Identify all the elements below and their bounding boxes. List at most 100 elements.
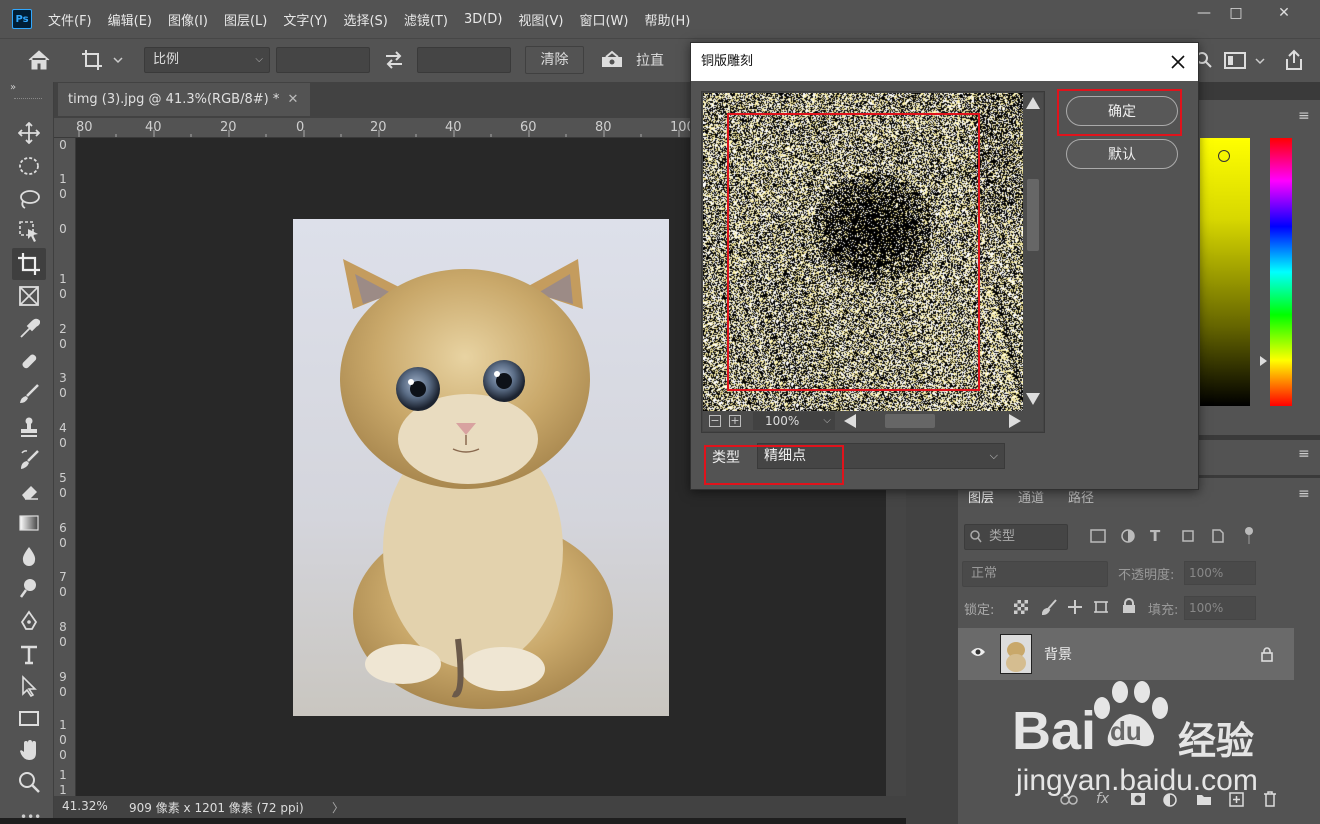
crop-tool-preset-icon[interactable] [80,48,124,72]
zoom-out-icon[interactable]: − [709,415,721,427]
height-input[interactable] [417,47,511,73]
menu-view[interactable]: 视图(V) [518,10,563,29]
swap-icon[interactable] [384,50,404,70]
brush-tool-icon[interactable] [15,380,43,408]
preview-zoom-select[interactable]: 100% ⌵ [753,412,835,430]
layer-name[interactable]: 背景 [1044,644,1072,664]
crop-tool-icon[interactable] [12,248,46,280]
opacity-input[interactable]: 100% [1184,561,1256,585]
eraser-tool-icon[interactable] [15,478,43,506]
pen-tool-icon[interactable] [15,607,43,635]
frame-tool-icon[interactable] [15,282,43,310]
preview-vertical-scrollbar[interactable] [1023,93,1043,411]
collapse-chevrons-icon[interactable]: » [10,82,16,93]
type-tool-icon[interactable] [15,640,43,668]
color-cursor[interactable] [1218,150,1230,162]
preview-zoom-value: 100% [765,414,800,428]
smart-object-filter-icon[interactable] [1210,528,1226,544]
panel-menu-icon[interactable]: ≡ [1298,446,1310,462]
close-icon[interactable]: ✕ [284,90,302,108]
ruler-tick: 1 0 [59,172,67,201]
preview-highlight-box [727,113,980,391]
filter-kind-label: 类型 [989,529,1016,544]
menu-file[interactable]: 文件(F) [48,10,92,29]
gradient-tool-icon[interactable] [15,509,43,537]
preview-vertical-thumb[interactable] [1027,179,1039,251]
workspace-icon[interactable] [1224,51,1268,71]
object-select-tool-icon[interactable] [15,217,43,245]
clone-stamp-tool-icon[interactable] [15,413,43,441]
shape-filter-icon[interactable] [1180,528,1196,544]
zoom-level[interactable]: 41.32% [62,799,108,813]
lock-artboard-icon[interactable] [1093,599,1109,615]
marquee-tool-icon[interactable] [15,152,43,180]
layer-row[interactable]: 背景 [958,628,1294,680]
lock-position-icon[interactable] [1067,599,1083,615]
toolbar-grip[interactable] [14,98,42,102]
saturation-field[interactable] [1200,138,1250,406]
panel-menu-icon[interactable]: ≡ [1298,108,1310,124]
scroll-right-arrow-icon[interactable] [1009,414,1021,428]
dodge-tool-icon[interactable] [15,574,43,602]
eyedropper-tool-icon[interactable] [15,315,43,343]
width-input[interactable] [276,47,370,73]
maximize-button[interactable]: □ [1216,2,1256,24]
fill-input[interactable]: 100% [1184,596,1256,620]
preview-horizontal-thumb[interactable] [885,414,935,428]
rectangle-tool-icon[interactable] [15,704,43,732]
zoom-tool-icon[interactable] [15,768,43,796]
ratio-select[interactable]: 比例 ⌵ [144,47,270,73]
path-selection-tool-icon[interactable] [15,672,43,700]
default-button[interactable]: 默认 [1066,139,1178,169]
chevron-down-icon: ⌵ [823,415,831,426]
type-filter-icon[interactable]: T [1150,527,1160,545]
menu-filter[interactable]: 滤镜(T) [404,10,448,29]
close-icon[interactable] [1165,49,1191,75]
filter-toggle-icon[interactable] [1244,526,1254,546]
watermark-url: jingyan.baidu.com [1016,764,1258,797]
share-icon[interactable] [1283,49,1305,71]
lock-pixels-icon[interactable] [1042,599,1058,615]
healing-brush-tool-icon[interactable] [15,347,43,375]
ruler-tick: 4 0 [59,421,67,450]
menu-edit[interactable]: 编辑(E) [108,10,152,29]
home-icon[interactable] [26,48,52,72]
status-menu-arrow[interactable]: 〉 [332,799,344,816]
straighten-icon[interactable] [600,49,624,71]
hue-slider-handle[interactable] [1260,356,1267,366]
blur-tool-icon[interactable] [15,542,43,570]
vertical-ruler: 0 1 0 0 1 0 2 0 3 0 4 0 5 0 6 0 7 0 8 0 … [54,138,76,796]
menu-3d[interactable]: 3D(D) [464,12,502,27]
lock-all-icon[interactable] [1122,598,1136,614]
pixel-layer-filter-icon[interactable] [1090,528,1106,544]
lock-transparent-icon[interactable] [1014,600,1028,614]
lasso-tool-icon[interactable] [15,185,43,213]
straighten-label[interactable]: 拉直 [636,50,664,70]
scroll-down-arrow-icon[interactable] [1026,393,1040,405]
scroll-left-arrow-icon[interactable] [844,414,856,428]
menu-layer[interactable]: 图层(L) [224,10,267,29]
blend-mode-select[interactable]: 正常 [962,561,1108,587]
hand-tool-icon[interactable] [15,736,43,764]
menu-select[interactable]: 选择(S) [343,10,387,29]
history-brush-tool-icon[interactable] [15,446,43,474]
menu-type[interactable]: 文字(Y) [283,10,327,29]
eye-icon[interactable] [970,646,986,658]
move-tool-icon[interactable] [15,119,43,147]
menu-image[interactable]: 图像(I) [168,10,208,29]
ruler-tick: 8 0 [59,620,67,649]
ruler-tick: 0 [59,138,67,152]
menu-window[interactable]: 窗口(W) [579,10,628,29]
menu-help[interactable]: 帮助(H) [644,10,690,29]
panel-menu-icon[interactable]: ≡ [1298,486,1310,502]
hue-slider[interactable] [1270,138,1292,406]
lock-label: 锁定: [964,603,995,618]
clear-button[interactable]: 清除 [525,46,584,74]
kitten-image[interactable] [293,219,669,716]
window-close-button[interactable]: ✕ [1262,2,1306,24]
document-tab[interactable]: timg (3).jpg @ 41.3%(RGB/8#) * [58,83,310,116]
layer-thumbnail [1000,634,1032,674]
scroll-up-arrow-icon[interactable] [1026,97,1040,109]
zoom-in-icon[interactable]: + [729,415,741,427]
adjustment-filter-icon[interactable] [1120,528,1136,544]
